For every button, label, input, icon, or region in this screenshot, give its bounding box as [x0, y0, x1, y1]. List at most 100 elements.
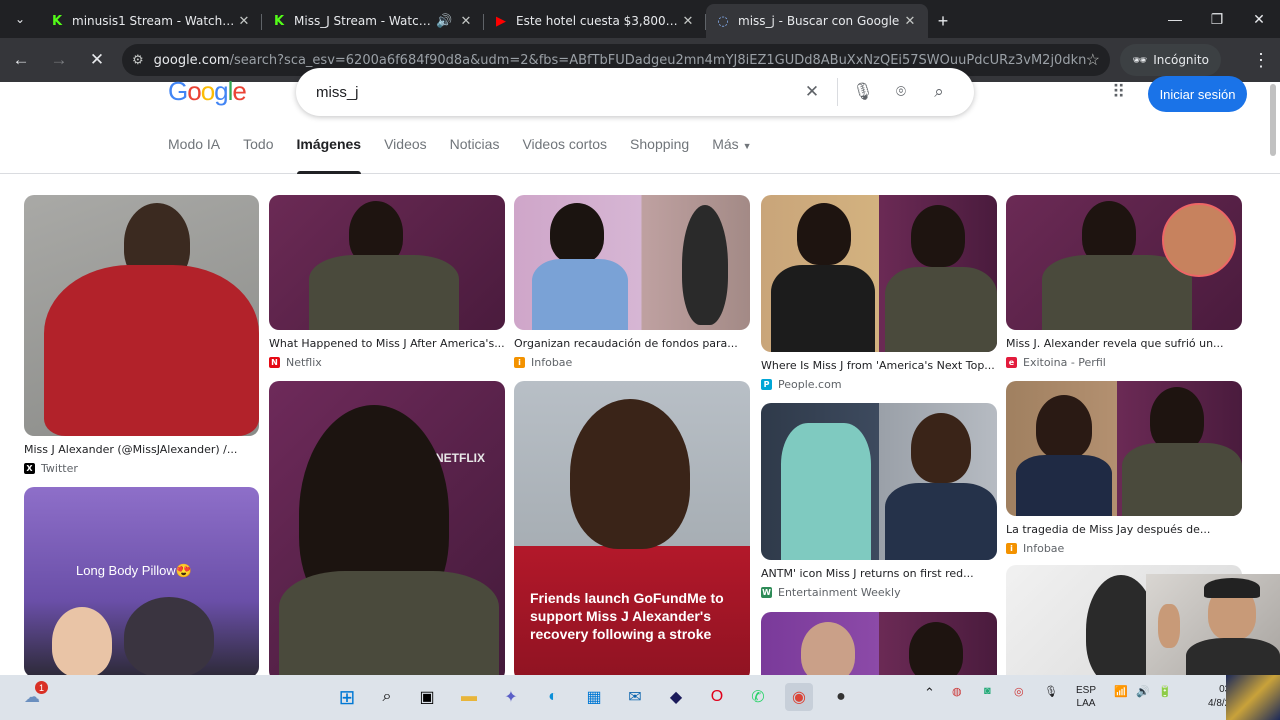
site-info-icon[interactable]: ⚙ — [132, 52, 144, 68]
tab-mas[interactable]: Más ▼ — [712, 136, 751, 174]
result-caption[interactable]: Where Is Miss J from 'America's Next Top… — [761, 359, 997, 372]
result-thumbnail[interactable]: Long Body Pillow😍 — [24, 487, 259, 675]
browser-tab[interactable]: K minusis1 Stream - Watch Live o ✕ — [40, 4, 262, 38]
whatsapp-icon[interactable]: ✆ — [744, 683, 772, 711]
search-icon[interactable]: ⌕ — [920, 82, 958, 102]
star-icon[interactable]: ☆ — [1086, 50, 1100, 70]
image-result[interactable]: Long Body Pillow😍 — [24, 487, 259, 675]
result-caption[interactable]: What Happened to Miss J After America's.… — [269, 337, 505, 350]
result-thumbnail[interactable] — [761, 403, 997, 560]
tab-imagenes[interactable]: Imágenes — [296, 136, 361, 174]
tab-videos[interactable]: Videos — [384, 136, 427, 174]
result-source[interactable]: i Infobae — [514, 356, 750, 369]
image-result[interactable] — [761, 612, 997, 675]
microphone-icon[interactable]: 🎙 — [1044, 685, 1058, 698]
chevron-up-icon[interactable]: ⌃ — [924, 685, 935, 701]
search-box[interactable]: miss_j ✕ 🎙 ⌾ ⌕ — [296, 68, 974, 116]
image-result[interactable]: ANTM' icon Miss J returns on first red..… — [761, 403, 997, 599]
result-caption[interactable]: La tragedia de Miss Jay después de... — [1006, 523, 1242, 536]
speaker-icon[interactable]: 🔊 — [436, 14, 452, 29]
wifi-icon[interactable]: 📶 — [1114, 685, 1128, 698]
close-icon[interactable]: ✕ — [458, 14, 474, 29]
more-menu-icon[interactable]: ⋮ — [1252, 50, 1270, 71]
image-result[interactable]: Friends launch GoFundMe to support Miss … — [514, 381, 750, 675]
result-source[interactable]: N Netflix — [269, 356, 505, 369]
image-result[interactable]: NETFLIX — [269, 381, 505, 675]
result-caption[interactable]: ANTM' icon Miss J returns on first red..… — [761, 567, 997, 580]
back-button[interactable]: ← — [4, 43, 38, 77]
start-icon[interactable]: ⊞ — [333, 683, 361, 711]
forward-button[interactable]: → — [42, 43, 76, 77]
close-icon[interactable]: ✕ — [236, 14, 252, 29]
result-thumbnail[interactable] — [514, 195, 750, 330]
google-logo[interactable]: Google — [168, 76, 247, 107]
result-source[interactable]: X Twitter — [24, 462, 259, 475]
tray-app-icon[interactable]: ◙ — [984, 685, 991, 697]
store-icon[interactable]: ▦ — [580, 683, 608, 711]
opera-icon[interactable]: O — [703, 683, 731, 711]
result-thumbnail[interactable] — [24, 195, 259, 436]
tab-modo-ia[interactable]: Modo IA — [168, 136, 220, 174]
search-input[interactable]: miss_j — [316, 84, 793, 101]
task-view-icon[interactable]: ▣ — [413, 683, 441, 711]
image-result[interactable]: What Happened to Miss J After America's.… — [269, 195, 505, 369]
scrollbar[interactable] — [1270, 84, 1276, 156]
image-result[interactable]: Miss J Alexander (@MissJAlexander) /... … — [24, 195, 259, 475]
result-thumbnail[interactable]: NETFLIX — [269, 381, 505, 675]
browser-tab[interactable]: ▶ Este hotel cuesta $3,800 dólare ✕ — [484, 4, 706, 38]
image-result[interactable]: Where Is Miss J from 'America's Next Top… — [761, 195, 997, 391]
lens-icon[interactable]: ⌾ — [882, 82, 920, 102]
result-thumbnail[interactable]: Friends launch GoFundMe to support Miss … — [514, 381, 750, 675]
result-thumbnail[interactable] — [269, 195, 505, 330]
result-source[interactable]: e Exitoina - Perfil — [1006, 356, 1242, 369]
new-tab-button[interactable]: + — [928, 4, 958, 38]
incognito-badge[interactable]: 🕶 Incógnito — [1120, 44, 1221, 76]
result-thumbnail[interactable] — [1006, 381, 1242, 516]
tab-search-button[interactable]: ⌄ — [0, 0, 40, 38]
result-thumbnail[interactable] — [1006, 195, 1242, 330]
file-explorer-icon[interactable]: ▬ — [455, 683, 483, 711]
close-icon[interactable]: ✕ — [680, 14, 696, 29]
teams-icon[interactable]: ✦ — [497, 683, 525, 711]
outlook-icon[interactable]: ✉ — [621, 683, 649, 711]
result-caption[interactable]: Miss J. Alexander revela que sufrió un..… — [1006, 337, 1242, 350]
signin-button[interactable]: Iniciar sesión — [1148, 76, 1247, 112]
result-source[interactable]: W Entertainment Weekly — [761, 586, 997, 599]
tray-app-icon[interactable]: ◍ — [952, 685, 962, 698]
chrome-icon[interactable]: ◉ — [785, 683, 813, 711]
result-thumbnail[interactable] — [761, 195, 997, 352]
minimize-icon[interactable]: — — [1154, 0, 1196, 38]
language-indicator[interactable]: ESP LAA — [1076, 684, 1096, 710]
restore-icon[interactable]: ❐ — [1196, 0, 1238, 38]
result-source[interactable]: P People.com — [761, 378, 997, 391]
image-result[interactable]: Organizan recaudación de fondos para... … — [514, 195, 750, 369]
disney-plus-icon[interactable]: ◆ — [662, 683, 690, 711]
edge-icon[interactable]: ◐ — [539, 683, 567, 711]
result-source[interactable]: i Infobae — [1006, 542, 1242, 555]
close-window-icon[interactable]: ✕ — [1238, 0, 1280, 38]
obs-icon[interactable]: ● — [827, 683, 855, 711]
tray-app-icon[interactable]: ◎ — [1014, 685, 1024, 698]
browser-tab[interactable]: K Miss_J Stream - Watch Live 🔊 ✕ — [262, 4, 484, 38]
tab-shopping[interactable]: Shopping — [630, 136, 689, 174]
tab-noticias[interactable]: Noticias — [450, 136, 500, 174]
tab-todo[interactable]: Todo — [243, 136, 273, 174]
close-icon[interactable]: ✕ — [902, 14, 918, 29]
stop-button[interactable]: ✕ — [80, 43, 114, 77]
result-caption[interactable]: Miss J Alexander (@MissJAlexander) /... — [24, 443, 259, 456]
tab-strip: ⌄ K minusis1 Stream - Watch Live o ✕ K M… — [0, 0, 1280, 38]
tab-videos-cortos[interactable]: Videos cortos — [522, 136, 607, 174]
image-result[interactable]: Miss J. Alexander revela que sufrió un..… — [1006, 195, 1242, 369]
search-icon[interactable]: ⌕ — [373, 683, 401, 711]
battery-icon[interactable]: 🔋 — [1158, 685, 1172, 698]
result-caption[interactable]: Organizan recaudación de fondos para... — [514, 337, 750, 350]
clear-icon[interactable]: ✕ — [793, 82, 831, 102]
weather-widget[interactable]: ☁ 1 — [18, 681, 48, 711]
microphone-icon[interactable]: 🎙 — [844, 82, 882, 102]
result-thumbnail[interactable] — [761, 612, 997, 675]
volume-icon[interactable]: 🔊 — [1136, 685, 1150, 698]
apps-grid-icon[interactable]: ⠿ — [1112, 82, 1125, 103]
image-result[interactable]: La tragedia de Miss Jay después de... iI… — [1006, 381, 1242, 555]
browser-tab-active[interactable]: ◌ miss_j - Buscar con Google ✕ — [706, 4, 928, 38]
url-text[interactable]: google.com/search?sca_esv=6200a6f684f90d… — [154, 53, 1086, 68]
